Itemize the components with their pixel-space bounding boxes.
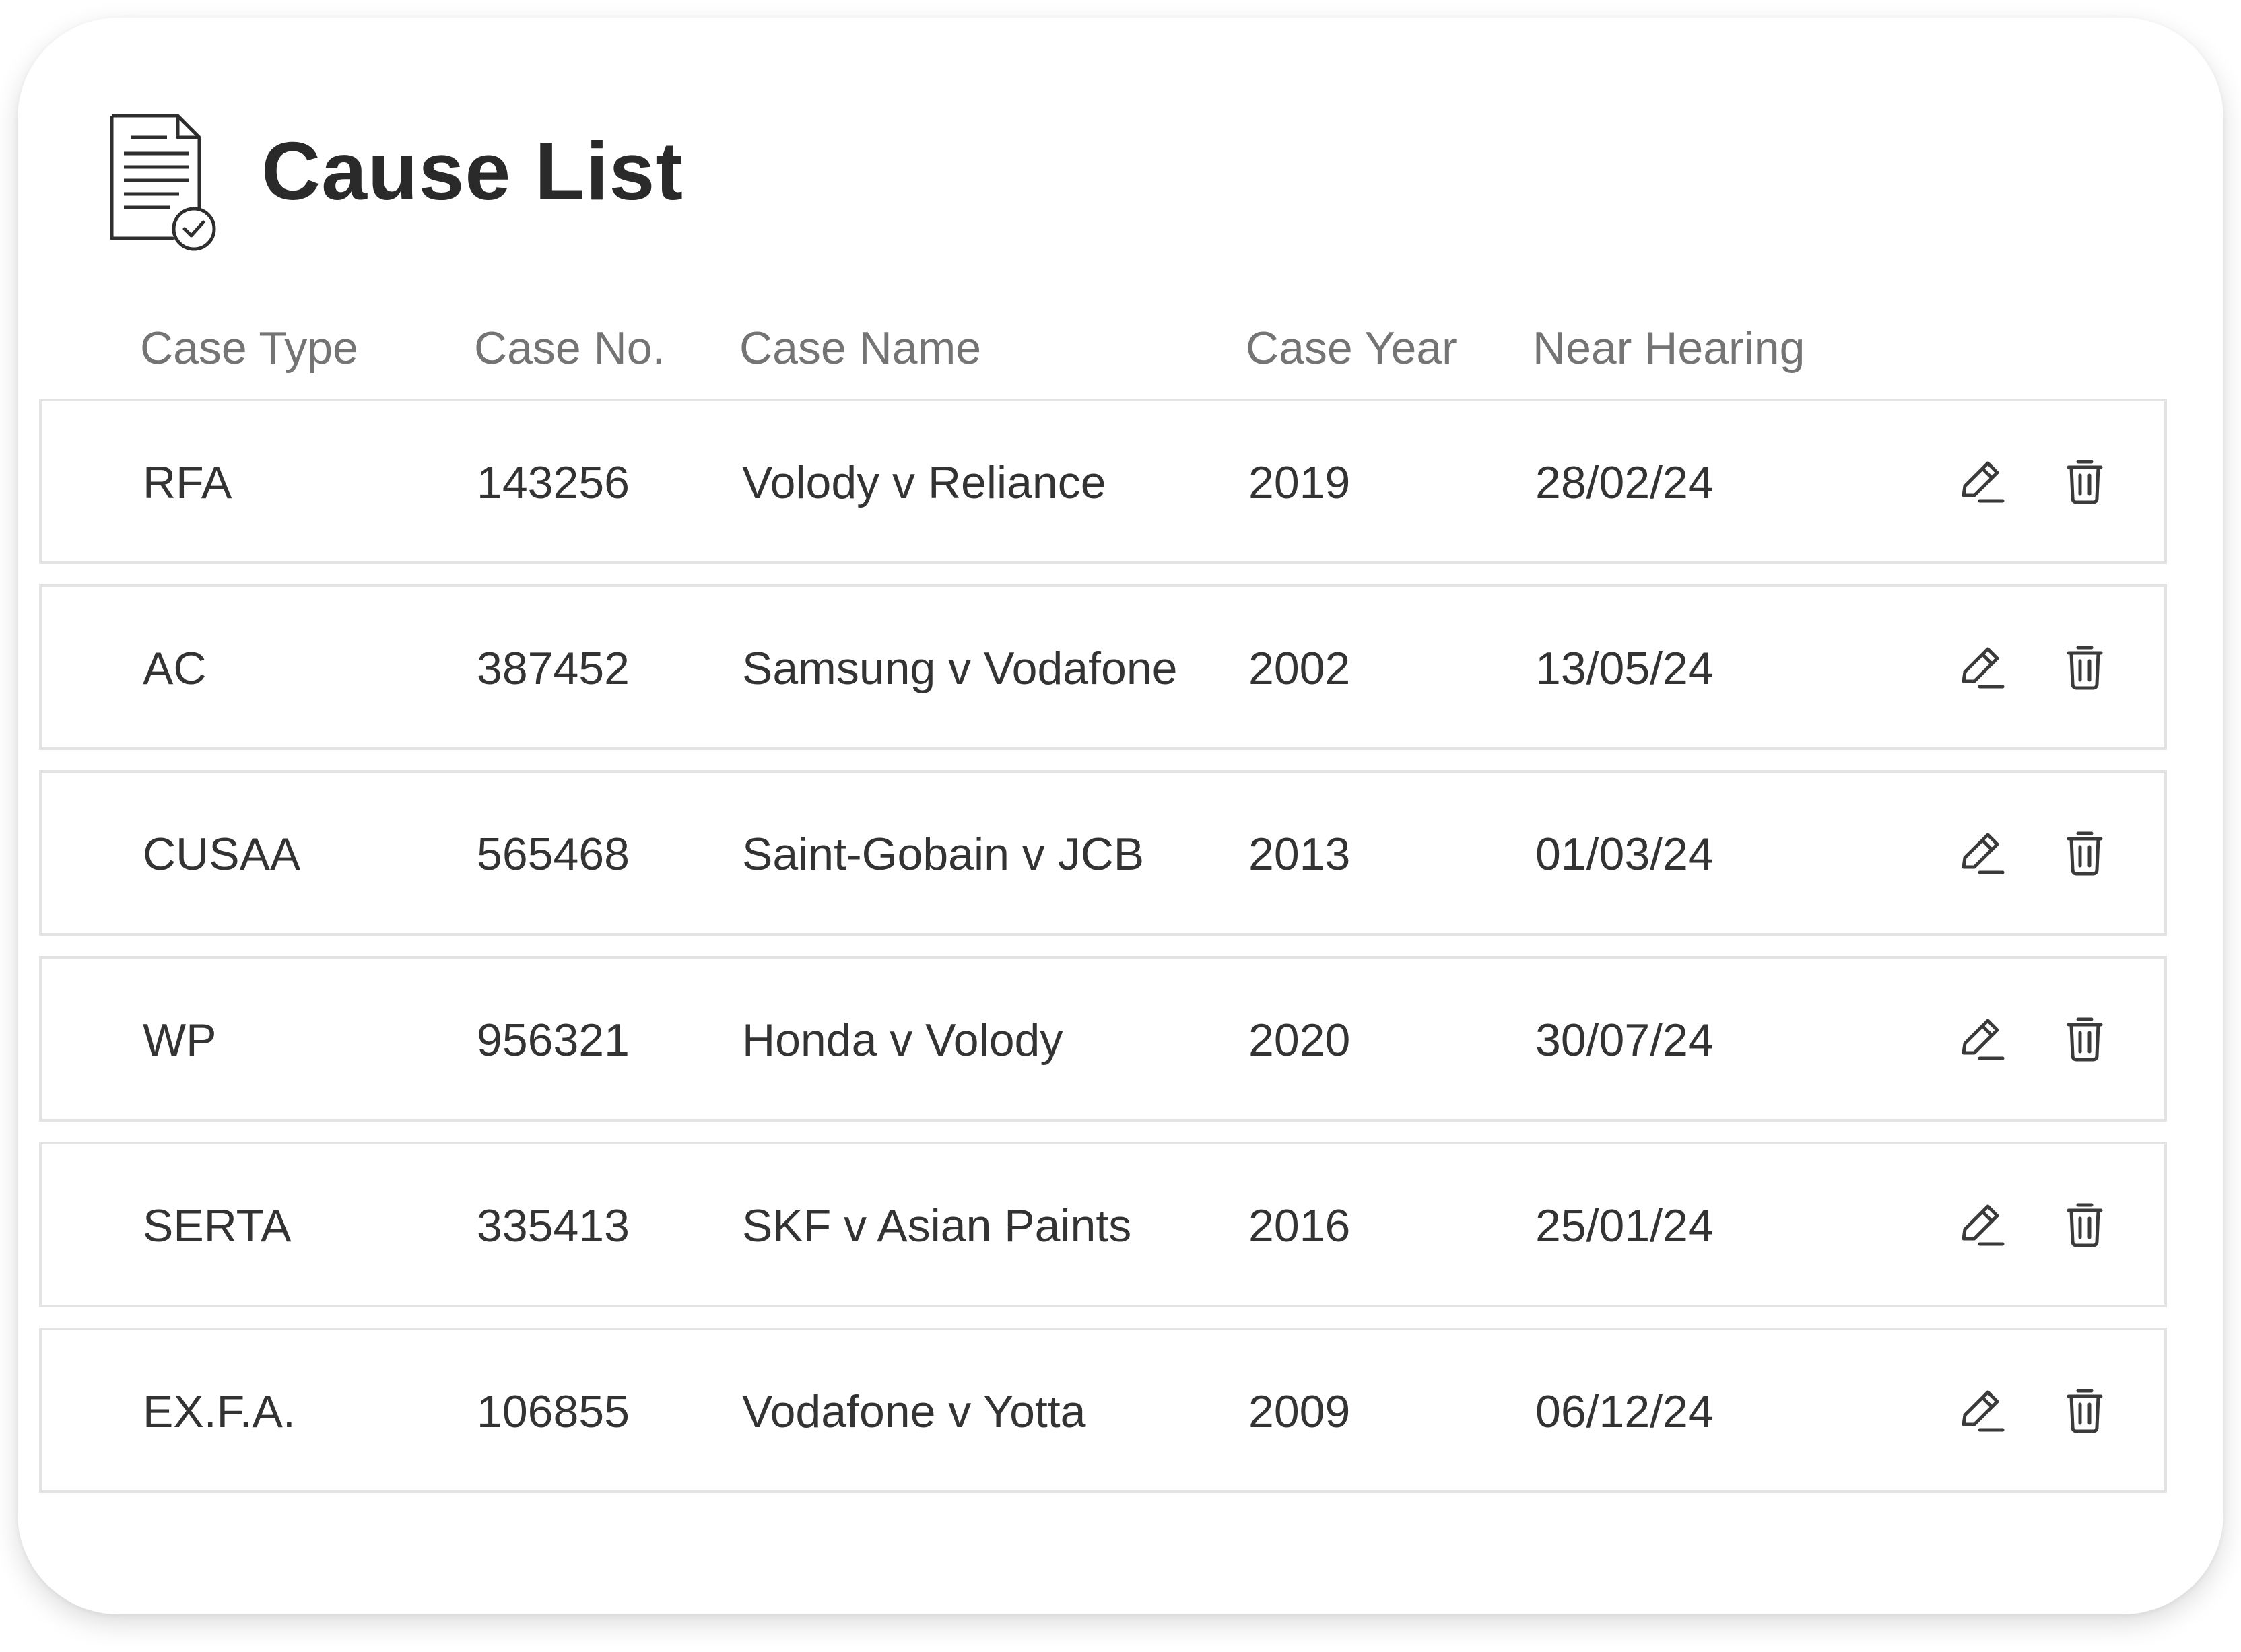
cell-case-no: 387452 <box>477 643 630 694</box>
table-header: Case Type Case No. Case Name Case Year N… <box>0 322 2241 389</box>
pencil-icon[interactable] <box>1954 640 2008 693</box>
page-title: Cause List <box>261 125 683 217</box>
pencil-icon[interactable] <box>1954 1383 2008 1437</box>
cell-case-year: 2019 <box>1248 457 1351 508</box>
table-row[interactable]: SERTA 335413 SKF v Asian Paints 2016 25/… <box>39 1142 2167 1307</box>
pencil-icon[interactable] <box>1954 1011 2008 1065</box>
cell-case-year: 2002 <box>1248 643 1351 694</box>
table-row[interactable]: AC 387452 Samsung v Vodafone 2002 13/05/… <box>39 584 2167 750</box>
cell-case-type: CUSAA <box>143 829 301 880</box>
cell-case-year: 2013 <box>1248 829 1351 880</box>
document-check-icon <box>105 109 233 271</box>
cell-case-no: 565468 <box>477 829 630 880</box>
cell-case-type: EX.F.A. <box>143 1386 296 1437</box>
column-header-case-type[interactable]: Case Type <box>140 322 358 374</box>
cell-case-no: 143256 <box>477 457 630 508</box>
trash-icon[interactable] <box>2058 1383 2112 1437</box>
cell-case-type: AC <box>143 643 207 694</box>
table-row[interactable]: CUSAA 565468 Saint-Gobain v JCB 2013 01/… <box>39 770 2167 936</box>
cell-case-name: Volody v Reliance <box>742 457 1106 508</box>
column-header-case-year[interactable]: Case Year <box>1246 322 1457 374</box>
cell-case-type: WP <box>143 1014 217 1066</box>
cell-near-hearing: 25/01/24 <box>1535 1200 1714 1251</box>
cell-case-name: Honda v Volody <box>742 1014 1063 1066</box>
cell-near-hearing: 30/07/24 <box>1535 1014 1714 1066</box>
cell-case-type: RFA <box>143 457 232 508</box>
column-header-case-no[interactable]: Case No. <box>474 322 665 374</box>
cell-case-name: SKF v Asian Paints <box>742 1200 1132 1251</box>
table-row[interactable]: RFA 143256 Volody v Reliance 2019 28/02/… <box>39 399 2167 564</box>
cell-near-hearing: 06/12/24 <box>1535 1386 1714 1437</box>
cell-case-year: 2016 <box>1248 1200 1351 1251</box>
table-row[interactable]: EX.F.A. 106855 Vodafone v Yotta 2009 06/… <box>39 1328 2167 1493</box>
trash-icon[interactable] <box>2058 454 2112 508</box>
trash-icon[interactable] <box>2058 1197 2112 1251</box>
pencil-icon[interactable] <box>1954 454 2008 508</box>
column-header-case-name[interactable]: Case Name <box>739 322 981 374</box>
cell-case-no: 106855 <box>477 1386 630 1437</box>
cell-case-year: 2020 <box>1248 1014 1351 1066</box>
cell-case-type: SERTA <box>143 1200 292 1251</box>
table-row[interactable]: WP 956321 Honda v Volody 2020 30/07/24 <box>39 956 2167 1122</box>
cell-near-hearing: 01/03/24 <box>1535 829 1714 880</box>
cell-case-no: 335413 <box>477 1200 630 1251</box>
trash-icon[interactable] <box>2058 825 2112 879</box>
cell-case-no: 956321 <box>477 1014 630 1066</box>
pencil-icon[interactable] <box>1954 825 2008 879</box>
cell-near-hearing: 13/05/24 <box>1535 643 1714 694</box>
trash-icon[interactable] <box>2058 1011 2112 1065</box>
cell-near-hearing: 28/02/24 <box>1535 457 1714 508</box>
pencil-icon[interactable] <box>1954 1197 2008 1251</box>
cell-case-name: Saint-Gobain v JCB <box>742 829 1145 880</box>
cell-case-name: Samsung v Vodafone <box>742 643 1178 694</box>
cell-case-name: Vodafone v Yotta <box>742 1386 1086 1437</box>
cell-case-year: 2009 <box>1248 1386 1351 1437</box>
column-header-near-hearing[interactable]: Near Hearing <box>1533 322 1805 374</box>
trash-icon[interactable] <box>2058 640 2112 693</box>
